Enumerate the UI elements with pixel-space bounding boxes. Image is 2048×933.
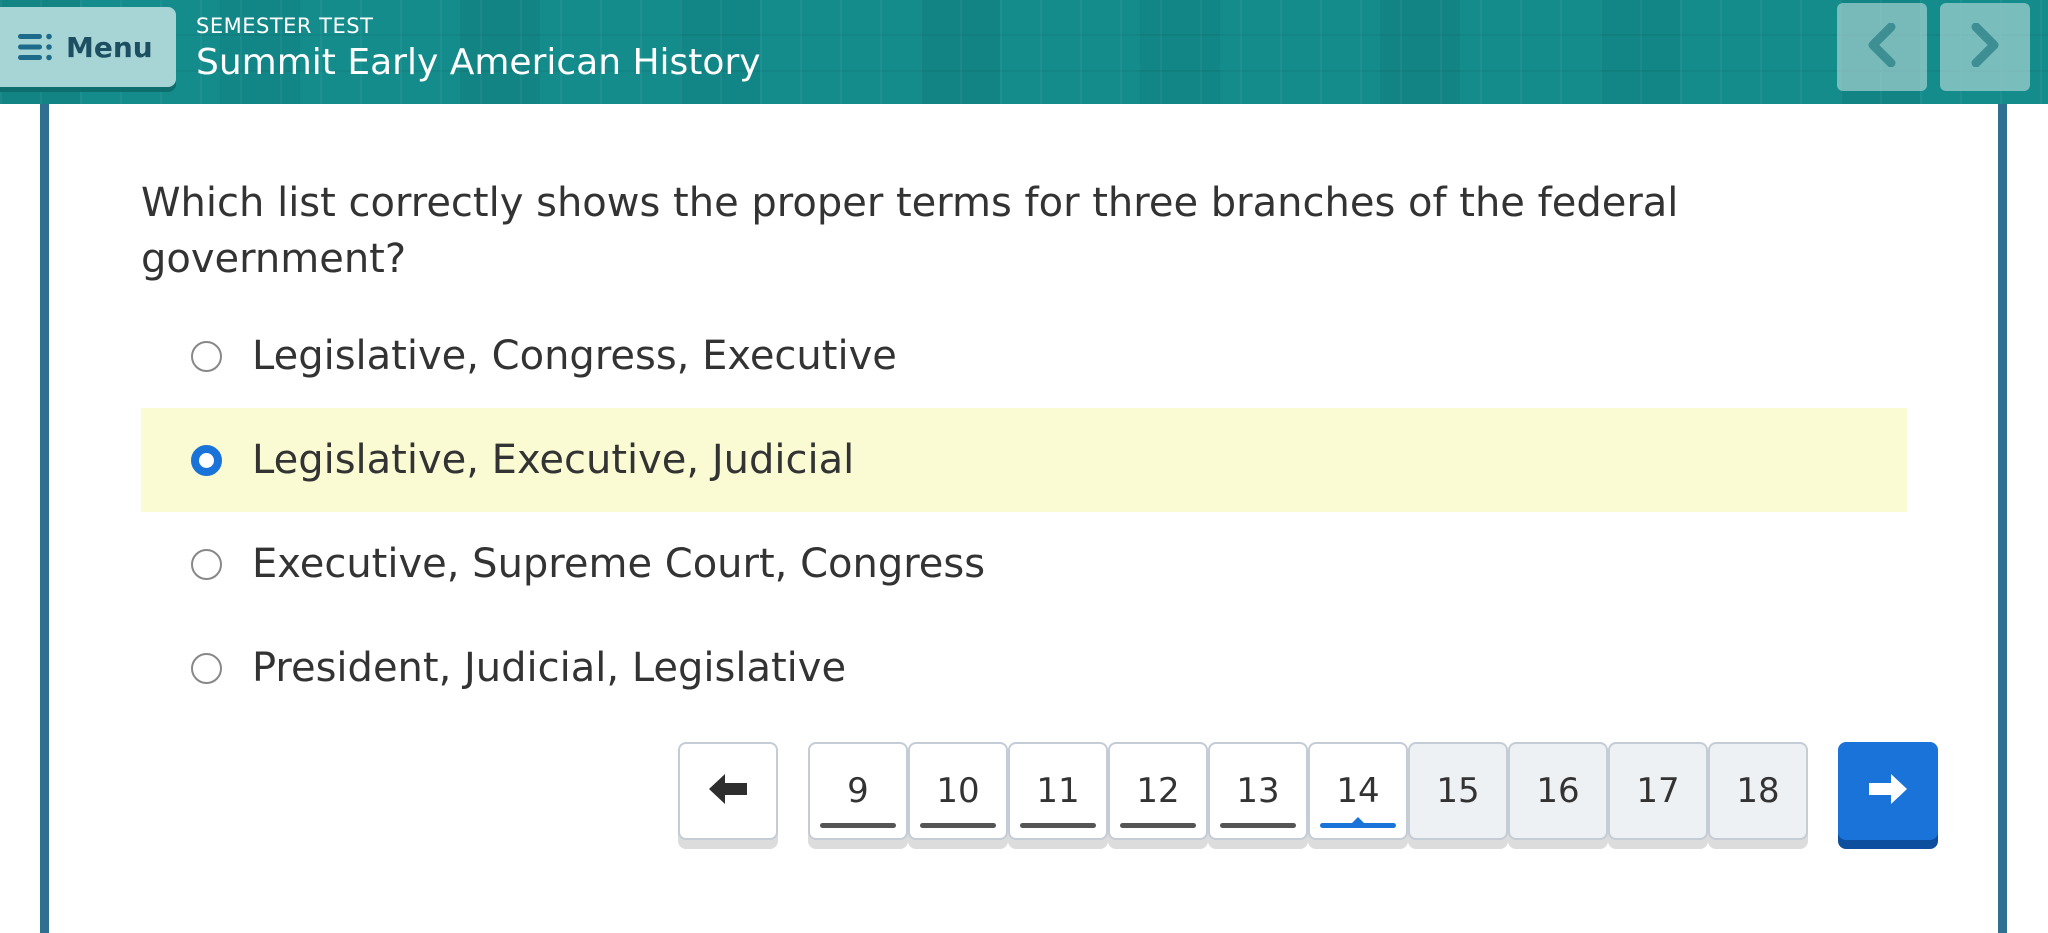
hamburger-menu-icon bbox=[18, 33, 54, 61]
page-number: 12 bbox=[1136, 771, 1180, 811]
menu-label: Menu bbox=[66, 30, 153, 64]
page-button-10[interactable]: 10 bbox=[908, 742, 1008, 840]
answered-indicator bbox=[920, 823, 996, 828]
radio-button[interactable] bbox=[191, 340, 222, 372]
page-number: 14 bbox=[1336, 771, 1380, 811]
page-button-14-current[interactable]: 14 bbox=[1308, 742, 1408, 840]
app-header: Menu SEMESTER TEST Summit Early American… bbox=[0, 0, 2048, 104]
page-button-9[interactable]: 9 bbox=[808, 742, 908, 840]
page-button-17[interactable]: 17 bbox=[1608, 742, 1708, 840]
page-button-12[interactable]: 12 bbox=[1108, 742, 1208, 840]
menu-button[interactable]: Menu bbox=[0, 7, 176, 87]
page-number: 17 bbox=[1636, 771, 1680, 811]
answered-indicator bbox=[820, 823, 896, 828]
previous-question-button[interactable] bbox=[678, 742, 778, 840]
arrow-right-icon bbox=[1867, 772, 1909, 810]
answer-option-2[interactable]: Legislative, Executive, Judicial bbox=[141, 408, 1907, 512]
page-button-11[interactable]: 11 bbox=[1008, 742, 1108, 840]
answer-option-label: Legislative, Executive, Judicial bbox=[252, 437, 855, 483]
answer-option-3[interactable]: Executive, Supreme Court, Congress bbox=[141, 512, 1907, 616]
page-button-13[interactable]: 13 bbox=[1208, 742, 1308, 840]
page-number: 15 bbox=[1436, 771, 1480, 811]
page-number: 9 bbox=[847, 771, 869, 811]
page-number: 10 bbox=[936, 771, 980, 811]
answer-option-label: President, Judicial, Legislative bbox=[252, 645, 847, 691]
previous-activity-button[interactable] bbox=[1837, 3, 1927, 91]
radio-button[interactable] bbox=[191, 652, 222, 684]
test-type-label: SEMESTER TEST bbox=[196, 14, 374, 38]
arrow-left-icon bbox=[707, 772, 749, 810]
next-question-button[interactable] bbox=[1838, 742, 1938, 840]
page-number: 13 bbox=[1236, 771, 1280, 811]
radio-button-selected[interactable] bbox=[191, 444, 222, 476]
page-button-16[interactable]: 16 bbox=[1508, 742, 1608, 840]
current-page-indicator bbox=[1320, 823, 1396, 828]
next-activity-button[interactable] bbox=[1940, 3, 2030, 91]
answer-option-1[interactable]: Legislative, Congress, Executive bbox=[141, 304, 1907, 408]
course-title: Summit Early American History bbox=[196, 42, 761, 83]
answer-option-label: Executive, Supreme Court, Congress bbox=[252, 541, 986, 587]
answer-option-label: Legislative, Congress, Executive bbox=[252, 333, 897, 379]
page-number: 16 bbox=[1536, 771, 1580, 811]
chevron-right-icon bbox=[1968, 22, 2002, 71]
page-button-15[interactable]: 15 bbox=[1408, 742, 1508, 840]
answered-indicator bbox=[1120, 823, 1196, 828]
answer-option-4[interactable]: President, Judicial, Legislative bbox=[141, 616, 1907, 720]
radio-button[interactable] bbox=[191, 548, 222, 580]
answered-indicator bbox=[1020, 823, 1096, 828]
page-button-18[interactable]: 18 bbox=[1708, 742, 1808, 840]
answered-indicator bbox=[1220, 823, 1296, 828]
page-number: 18 bbox=[1736, 771, 1780, 811]
question-text: Which list correctly shows the proper te… bbox=[141, 180, 1679, 282]
page-number: 11 bbox=[1036, 771, 1080, 811]
chevron-left-icon bbox=[1865, 22, 1899, 71]
